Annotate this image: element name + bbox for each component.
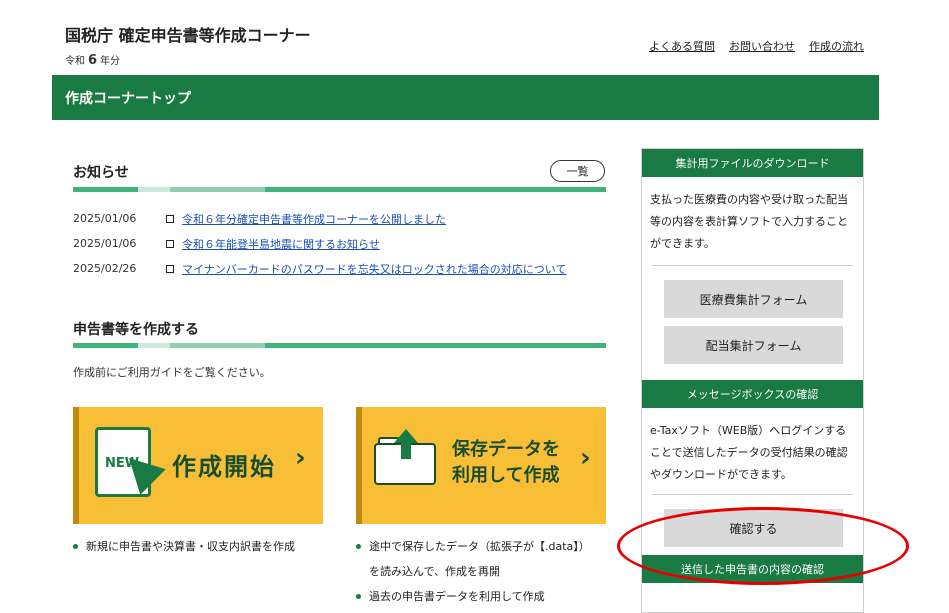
flow-link[interactable]: 作成の流れ: [809, 38, 864, 54]
notice-item: 2025/01/06 令和６年能登半島地震に関するお知らせ: [73, 231, 566, 256]
notice-date: 2025/01/06: [73, 212, 137, 225]
site-title: 国税庁 確定申告書等作成コーナー: [65, 26, 311, 45]
load-label-line1: 保存データを: [452, 439, 560, 460]
notice-link[interactable]: 令和６年分確定申告書等作成コーナーを公開しました: [182, 211, 446, 227]
tax-year: 令和 6 年分: [65, 52, 120, 68]
guide-text: 作成前にご利用ガイドをご覧ください。: [73, 366, 271, 379]
download-description: 支払った医療費の内容や受け取った配当等の内容を表計算ソフトで入力することができま…: [650, 193, 848, 250]
notices-list-button[interactable]: 一覧: [550, 160, 605, 182]
notice-date: 2025/01/06: [73, 237, 137, 250]
chevron-right-icon: ›: [295, 443, 306, 473]
create-divider: [73, 343, 606, 348]
notice-link[interactable]: マイナンバーカードのパスワードを忘失又はロックされた場合の対応について: [182, 261, 566, 277]
contact-link[interactable]: お問い合わせ: [729, 38, 795, 54]
document-icon: [166, 214, 174, 223]
document-icon: [166, 239, 174, 248]
load-saved-data-button[interactable]: 保存データを 利用して作成 ›: [356, 407, 606, 524]
chevron-right-icon: ›: [580, 443, 591, 473]
era-suffix: 年分: [100, 56, 121, 67]
dividend-form-button[interactable]: 配当集計フォーム: [664, 326, 843, 364]
download-heading: 集計用ファイルのダウンロード: [642, 149, 863, 177]
highlight-circle: [617, 507, 909, 585]
notices-heading: お知らせ: [73, 165, 129, 181]
new-bullets: 新規に申告書や決算書・収支内訳書を作成: [73, 534, 323, 559]
notice-item: 2025/02/26 マイナンバーカードのパスワードを忘失又はロックされた場合の…: [73, 256, 566, 281]
create-heading: 申告書等を作成する: [73, 322, 199, 338]
bullet-item: 途中で保存したデータ（拡張子が【.data】）: [356, 534, 616, 559]
notices-list: 2025/01/06 令和６年分確定申告書等作成コーナーを公開しました 2025…: [73, 206, 566, 281]
notice-date: 2025/02/26: [73, 262, 137, 275]
notice-item: 2025/01/06 令和６年分確定申告書等作成コーナーを公開しました: [73, 206, 566, 231]
bullet-item: 新規に申告書や決算書・収支内訳書を作成: [73, 534, 323, 559]
document-icon: [166, 264, 174, 273]
load-label-line2: 利用して作成: [452, 465, 560, 486]
folder-upload-icon: [374, 429, 440, 485]
bullet-continuation: を読み込んで、作成を再開: [369, 565, 501, 578]
era-prefix: 令和: [65, 56, 85, 67]
faq-link[interactable]: よくある質問: [649, 38, 715, 54]
message-box-heading: メッセージボックスの確認: [642, 380, 863, 408]
start-new-button[interactable]: NEW 作成開始 ›: [73, 407, 323, 524]
load-bullets: 途中で保存したデータ（拡張子が【.data】） を読み込んで、作成を再開 過去の…: [356, 534, 616, 609]
message-box-description: e-Taxソフト（WEB版）へログインすることで送信したデータの受付結果の確認や…: [650, 424, 848, 481]
load-saved-data-label: 保存データを 利用して作成: [452, 437, 560, 489]
page-title-bar: 作成コーナートップ: [52, 75, 879, 120]
era-number: 6: [88, 53, 98, 68]
notices-divider: [73, 187, 606, 192]
header-links: よくある質問 お問い合わせ 作成の流れ: [649, 38, 864, 54]
notice-link[interactable]: 令和６年能登半島地震に関するお知らせ: [182, 236, 380, 252]
bullet-item: 過去の申告書データを利用して作成: [356, 584, 616, 609]
page-title: 作成コーナートップ: [65, 91, 191, 107]
medical-form-button[interactable]: 医療費集計フォーム: [664, 280, 843, 318]
start-new-label: 作成開始: [172, 453, 276, 481]
